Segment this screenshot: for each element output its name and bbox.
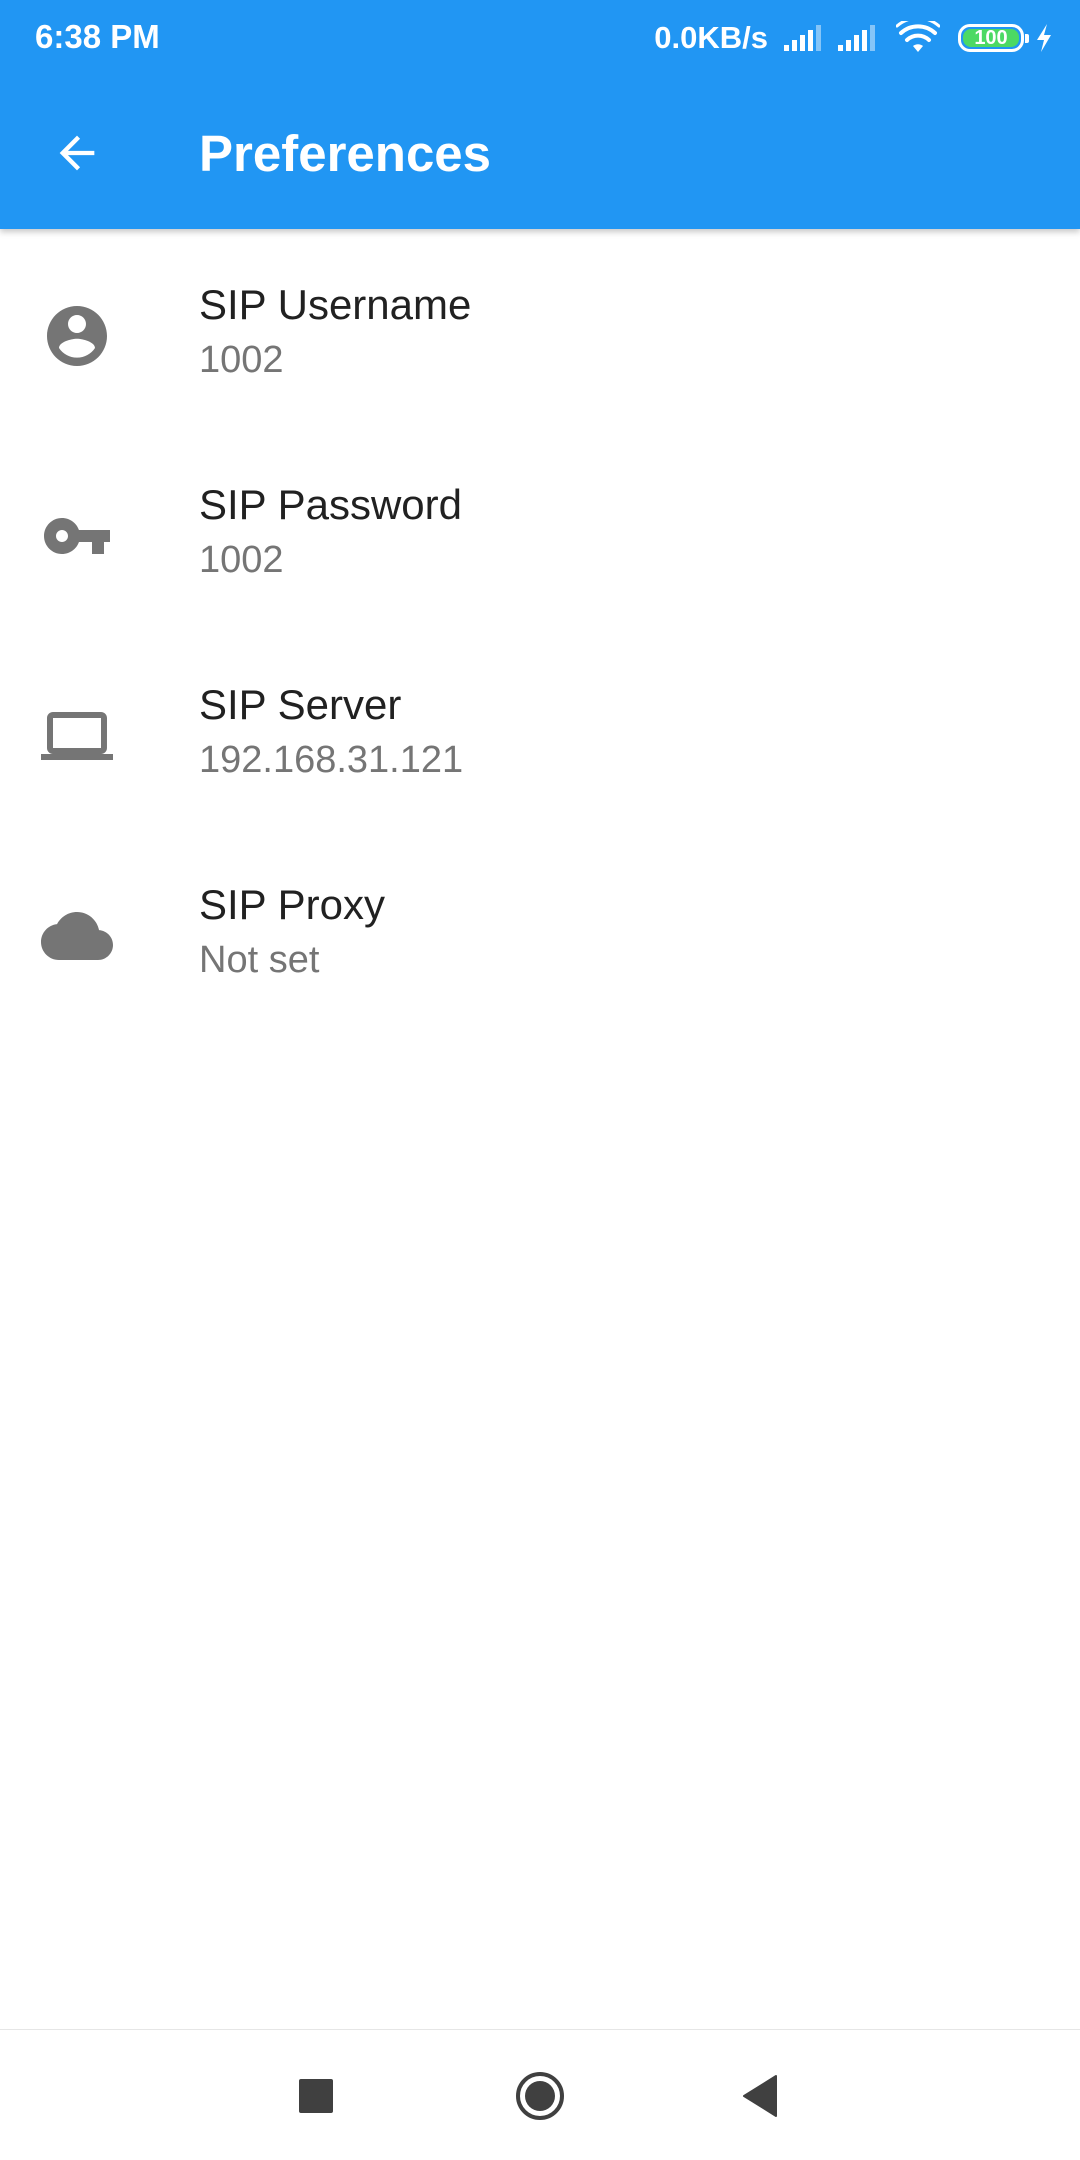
pref-title: SIP Password [199, 481, 463, 528]
network-speed: 0.0KB/s [654, 20, 768, 55]
pref-title: SIP Server [199, 681, 402, 728]
toolbar: Preferences [0, 77, 1080, 229]
pref-summary: 1002 [199, 339, 284, 381]
pref-sip-proxy[interactable]: SIP Proxy Not set [0, 829, 1080, 1029]
signal-strength-icon [784, 25, 821, 51]
system-nav-bar [0, 2029, 1080, 2160]
wifi-icon [896, 21, 940, 52]
pref-sip-password[interactable]: SIP Password 1002 [0, 429, 1080, 629]
battery-level: 100 [974, 26, 1008, 49]
pref-sip-username[interactable]: SIP Username 1002 [0, 229, 1080, 429]
home-button[interactable] [498, 2054, 582, 2138]
page-title: Preferences [199, 125, 492, 182]
preferences-list: SIP Username 1002 SIP Password 1002 SIP … [0, 229, 1080, 1029]
arrow-left-icon [59, 135, 95, 171]
pref-summary: 192.168.31.121 [199, 739, 464, 781]
pref-summary: 1002 [199, 539, 284, 581]
circle-home-icon [516, 2072, 564, 2120]
square-recents-icon [299, 2079, 333, 2113]
status-indicators: 0.0KB/s 100 [654, 16, 1054, 60]
pref-title: SIP Username [199, 281, 472, 328]
pref-title: SIP Proxy [199, 881, 385, 928]
account-circle-icon [38, 297, 116, 375]
charging-bolt-icon [1037, 24, 1051, 52]
battery-icon: 100 [958, 24, 1029, 52]
signal-strength-icon [838, 25, 875, 51]
app-bar: 6:38 PM 0.0KB/s 100 Preferences [0, 0, 1080, 229]
pref-summary: Not set [199, 939, 320, 981]
triangle-back-icon [743, 2075, 777, 2117]
laptop-icon [38, 697, 116, 775]
pref-sip-server[interactable]: SIP Server 192.168.31.121 [0, 629, 1080, 829]
cloud-icon [38, 897, 116, 975]
back-button[interactable] [32, 117, 122, 189]
status-bar: 6:38 PM 0.0KB/s 100 [0, 0, 1080, 77]
back-nav-button[interactable] [718, 2054, 802, 2138]
status-time: 6:38 PM [35, 18, 160, 55]
recents-button[interactable] [274, 2054, 358, 2138]
key-icon [38, 497, 116, 575]
